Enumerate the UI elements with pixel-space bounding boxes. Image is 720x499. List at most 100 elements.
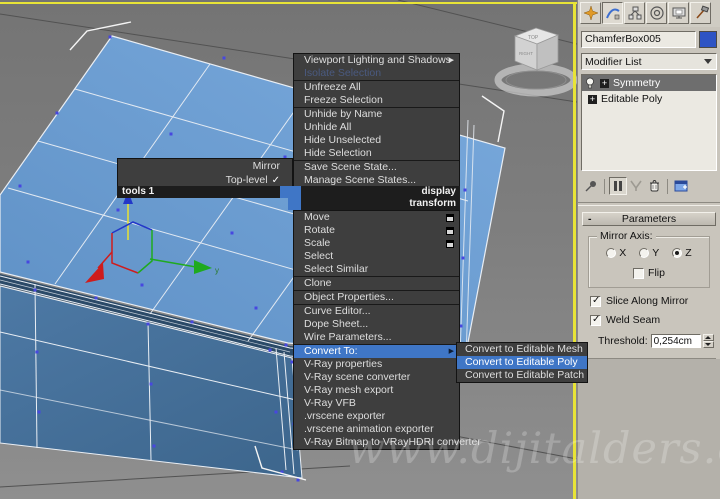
quad-header-display[interactable]: display <box>288 186 460 198</box>
axis-option-z[interactable]: Z <box>672 247 692 259</box>
stack-item-editable-poly[interactable]: + Editable Poly <box>582 91 716 107</box>
check-icon: ✓ <box>271 175 280 186</box>
threshold-spinner <box>702 334 714 348</box>
menu-item-isolate-selection[interactable]: Isolate Selection <box>294 67 459 80</box>
radio-x[interactable] <box>606 248 617 258</box>
menu-item-select-similar[interactable]: Select Similar <box>294 263 459 276</box>
object-name-field[interactable]: ChamferBox005 <box>581 31 696 48</box>
tab-motion[interactable] <box>646 2 667 24</box>
weld-checkbox-checked[interactable]: ✓ <box>590 313 601 326</box>
tab-create[interactable] <box>580 2 601 24</box>
menu-item-top-level[interactable]: Top-level ✓ <box>118 173 292 187</box>
expand-icon[interactable]: + <box>588 94 597 104</box>
menu-item-convert-editable-patch[interactable]: Convert to Editable Patch <box>457 369 587 382</box>
axis-option-y[interactable]: Y <box>639 247 659 259</box>
pin-stack-button[interactable] <box>582 177 600 195</box>
axis-option-x[interactable]: X <box>606 247 626 259</box>
menu-item-mirror[interactable]: Mirror <box>118 159 292 173</box>
slice-checkbox-checked[interactable]: ✓ <box>590 294 601 307</box>
configure-modifier-sets-button[interactable] <box>672 177 690 195</box>
parameters-rollout: - Parameters Mirror Axis: X Y Z Flip ✓ S… <box>582 212 716 348</box>
menu-item-object-properties[interactable]: Object Properties... <box>294 291 459 304</box>
spinner-up-button[interactable] <box>702 334 714 341</box>
threshold-label: Threshold: <box>598 335 648 347</box>
lightbulb-icon[interactable] <box>585 77 595 89</box>
mirror-axis-options: X Y Z <box>589 247 709 259</box>
spinner-down-button[interactable] <box>702 341 714 348</box>
pin-icon <box>585 181 596 192</box>
menu-item-vrscene-exporter[interactable]: .vrscene exporter <box>294 410 459 423</box>
quad-menu-transform: Move Rotate Scale Select Select Similar … <box>293 210 481 450</box>
menu-item-vrscene-animation-exporter[interactable]: .vrscene animation exporter <box>294 423 459 436</box>
up-arrow-icon <box>705 336 712 339</box>
menu-item-dope-sheet[interactable]: Dope Sheet... <box>294 318 459 331</box>
radio-y[interactable] <box>639 248 650 258</box>
settings-icon[interactable] <box>446 227 454 235</box>
menu-item-vray-properties[interactable]: V-Ray properties <box>294 358 459 371</box>
create-icon <box>582 5 599 21</box>
settings-icon[interactable] <box>446 240 454 248</box>
active-viewport-border-top <box>0 2 577 4</box>
radio-z-selected[interactable] <box>672 248 683 258</box>
menu-item-vray-vfb[interactable]: V-Ray VFB <box>294 397 459 410</box>
flip-checkbox[interactable] <box>633 267 645 279</box>
check-icon: ✓ <box>592 294 601 306</box>
modifier-list-dropdown[interactable]: Modifier List <box>581 53 717 70</box>
tab-hierarchy[interactable] <box>624 2 645 24</box>
menu-item-move[interactable]: Move <box>294 211 459 224</box>
down-arrow-icon <box>705 343 712 346</box>
stack-item-symmetry[interactable]: + Symmetry <box>582 75 716 91</box>
object-name-row: ChamferBox005 <box>581 31 717 48</box>
menu-item-hide-unselected[interactable]: Hide Unselected <box>294 134 459 147</box>
weld-seam-option[interactable]: ✓ Weld Seam <box>590 314 716 326</box>
tab-utilities[interactable] <box>690 2 711 24</box>
slice-along-mirror-option[interactable]: ✓ Slice Along Mirror <box>590 295 716 307</box>
menu-item-clone[interactable]: Clone <box>294 277 459 290</box>
toolbar-separator <box>667 178 668 194</box>
panel-divider <box>578 202 720 206</box>
collapse-icon: - <box>588 213 592 225</box>
show-end-result-button[interactable] <box>609 177 627 195</box>
quad-menu-display: Viewport Lighting and Shadows ▶ Isolate … <box>293 53 460 188</box>
utilities-hammer-icon <box>695 5 709 19</box>
quad-header-tools[interactable]: tools 1 <box>117 186 293 198</box>
perspective-viewport[interactable]: y TOP RIGHT <box>0 0 577 499</box>
dropdown-arrow-icon <box>704 59 712 64</box>
menu-item-convert-editable-poly[interactable]: Convert to Editable Poly <box>457 356 587 369</box>
menu-item-unfreeze-all[interactable]: Unfreeze All <box>294 81 459 94</box>
menu-item-convert-to[interactable]: Convert To: ▶ <box>294 345 459 358</box>
menu-item-rotate[interactable]: Rotate <box>294 224 459 237</box>
menu-item-select[interactable]: Select <box>294 250 459 263</box>
menu-item-convert-editable-mesh[interactable]: Convert to Editable Mesh <box>457 343 587 356</box>
expand-icon[interactable]: + <box>600 78 609 88</box>
menu-item-vray-bitmap-converter[interactable]: V-Ray Bitmap to VRayHDRI converter <box>294 436 481 449</box>
menu-item-unhide-all[interactable]: Unhide All <box>294 121 459 134</box>
menu-item-unhide-by-name[interactable]: Unhide by Name <box>294 108 459 121</box>
flip-option[interactable]: Flip <box>589 267 709 279</box>
modify-icon <box>605 8 620 20</box>
menu-item-viewport-lighting[interactable]: Viewport Lighting and Shadows ▶ <box>294 54 459 67</box>
menu-item-vray-mesh-export[interactable]: V-Ray mesh export <box>294 384 459 397</box>
settings-icon[interactable] <box>446 214 454 222</box>
display-icon <box>672 7 685 19</box>
tab-display[interactable] <box>668 2 689 24</box>
panel-empty-area <box>578 359 720 499</box>
remove-modifier-button[interactable] <box>645 177 663 195</box>
menu-item-vray-scene-converter[interactable]: V-Ray scene converter <box>294 371 459 384</box>
modifier-stack: + Symmetry + Editable Poly <box>581 74 717 171</box>
viewcube-top-label: TOP <box>528 35 539 41</box>
menu-item-wire-parameters[interactable]: Wire Parameters... <box>294 331 459 344</box>
quad-header-transform[interactable]: transform <box>288 198 460 210</box>
menu-item-save-scene-state[interactable]: Save Scene State... <box>294 161 459 174</box>
make-unique-button[interactable] <box>627 177 645 195</box>
threshold-input[interactable]: 0,254cm <box>650 334 701 348</box>
object-color-swatch[interactable] <box>699 31 717 48</box>
parameters-rollout-header[interactable]: - Parameters <box>582 212 716 226</box>
menu-item-freeze-selection[interactable]: Freeze Selection <box>294 94 459 107</box>
menu-item-curve-editor[interactable]: Curve Editor... <box>294 305 459 318</box>
viewcube[interactable]: TOP RIGHT <box>494 27 577 97</box>
menu-item-hide-selection[interactable]: Hide Selection <box>294 147 459 160</box>
tab-modify[interactable] <box>602 2 623 24</box>
check-icon: ✓ <box>592 313 601 325</box>
menu-item-scale[interactable]: Scale <box>294 237 459 250</box>
